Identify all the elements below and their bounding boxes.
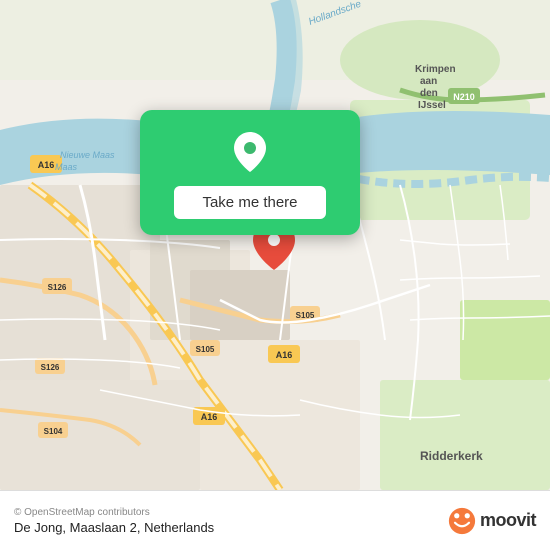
bottom-bar: © OpenStreetMap contributors De Jong, Ma… — [0, 490, 550, 550]
take-me-there-button[interactable]: Take me there — [174, 186, 325, 219]
svg-text:S126: S126 — [48, 283, 67, 292]
svg-text:Krimpen: Krimpen — [415, 64, 456, 75]
svg-text:N210: N210 — [453, 92, 475, 102]
address-text: De Jong, Maaslaan 2, Netherlands — [14, 520, 214, 535]
svg-text:S126: S126 — [41, 363, 60, 372]
svg-text:A16: A16 — [38, 160, 55, 170]
svg-text:IJssel: IJssel — [418, 100, 446, 111]
svg-text:Nieuwe Maas: Nieuwe Maas — [60, 150, 115, 160]
moovit-icon — [448, 507, 476, 535]
moovit-brand-text: moovit — [480, 510, 536, 531]
svg-text:S105: S105 — [196, 345, 215, 354]
moovit-logo: moovit — [448, 507, 536, 535]
location-pin-icon — [226, 128, 274, 176]
copyright-text: © OpenStreetMap contributors — [14, 507, 214, 518]
svg-text:Maas: Maas — [55, 162, 78, 172]
svg-text:Ridderkerk: Ridderkerk — [420, 449, 483, 463]
address-section: © OpenStreetMap contributors De Jong, Ma… — [14, 507, 214, 535]
popup-card: Take me there — [140, 110, 360, 235]
svg-text:A16: A16 — [276, 350, 293, 360]
svg-text:S104: S104 — [44, 427, 63, 436]
map-container: A16 A16 A16 S126 S126 S104 S105 S105 N21… — [0, 0, 550, 490]
svg-text:A16: A16 — [201, 412, 218, 422]
svg-text:aan: aan — [420, 76, 437, 87]
svg-text:den: den — [420, 88, 438, 99]
